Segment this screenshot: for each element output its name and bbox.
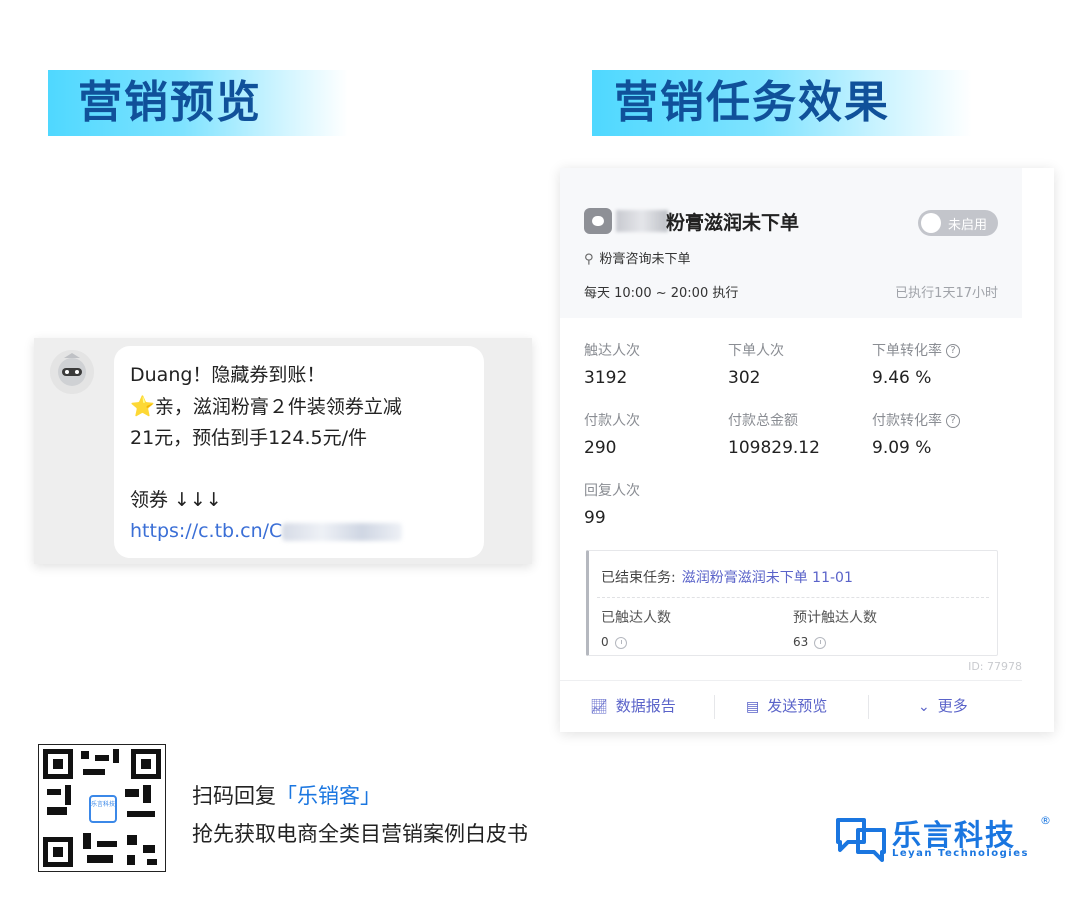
banner-title: 营销任务效果 [614,77,890,128]
ended-task-panel: 已结束任务: 滋润粉膏滋润未下单 11-01 已触达人数 0 预计触达人数 63 [586,550,998,656]
task-card-header: 粉膏滋润未下单 未启用 ⚲ 粉膏咨询未下单 每天 10:00 ~ 20:00 执行… [560,168,1022,318]
chevron-down-icon: ⌄ [918,699,930,715]
registered-mark: ® [1040,814,1051,827]
chat-bubble-logo-icon [836,818,886,862]
task-card: 粉膏滋润未下单 未启用 ⚲ 粉膏咨询未下单 每天 10:00 ~ 20:00 执行… [560,168,1054,732]
stat-label: 付款转化率? [872,410,1012,430]
stat-label: 触达人次 [584,343,640,359]
clock-icon [614,636,627,649]
toggle-label: 未启用 [948,218,988,233]
ended-expected-value: 63 [793,635,877,649]
sms-link[interactable]: https://c.tb.cn/C [130,516,468,547]
stat-value: 3192 [584,368,628,388]
stat-label-text: 下单转化率 [872,343,942,359]
stat-value: 109829.12 [728,438,820,458]
stat-label: 付款总金额 [728,413,798,429]
stat-order-conversion: 下单转化率? 9.46 % [872,340,1012,388]
stat-pay-count: 付款人次 290 [584,410,724,458]
sms-text: 亲，滋润粉膏２件装领券立减 [154,396,402,418]
sms-bubble: Duang！隐藏券到账！ ⭐亲，滋润粉膏２件装领券立减 21元，预估到手124.… [114,346,484,558]
ended-expected-label: 预计触达人数 [793,610,877,626]
sms-text-line: ⭐亲，滋润粉膏２件装领券立减 [130,391,468,423]
divider [868,695,869,719]
cta-text: 扫码回复「乐销客」 [192,780,381,810]
ended-reached-value: 0 [601,635,671,649]
task-enable-toggle[interactable]: 未启用 [918,210,998,236]
send-preview-label: 发送预览 [767,697,828,715]
more-label: 更多 [937,697,968,715]
sms-text-line: Duang！隐藏券到账！ [130,364,326,386]
data-report-label: 数据报告 [615,697,676,715]
cta-subtext: 抢先获取电商全类目营销案例白皮书 [192,822,528,846]
qr-code: 乐言科技 [38,744,166,872]
divider [714,695,715,719]
stat-pay-conversion: 付款转化率? 9.09 % [872,410,1012,458]
task-id: ID: 77978 [968,660,1022,673]
sms-text-line: 领券 ↓↓↓ [130,489,222,511]
qr-logo-text: 乐言科技 [91,801,116,808]
blurred-task-name [616,210,668,232]
qr-finder [43,749,73,779]
ended-expected-number: 63 [793,635,809,649]
more-button[interactable]: ⌄ 更多 [918,695,968,719]
blurred-link-text [282,522,403,541]
sms-preview: Duang！隐藏券到账！ ⭐亲，滋润粉膏２件装领券立减 21元，预估到手124.… [34,338,532,564]
stat-value: 9.46 % [872,368,932,388]
cta-brand: 「乐销客」 [276,784,381,808]
qr-finder [131,749,161,779]
task-executed-duration: 已执行1天17小时 [895,286,998,301]
ended-reached-label: 已触达人数 [601,610,671,626]
ended-task-link[interactable]: 滋润粉膏滋润未下单 11-01 [682,570,853,586]
company-logo: 乐言科技 ® Leyan Technologies [834,812,1054,864]
stat-value: 302 [728,368,761,388]
stat-reach-count: 触达人次 3192 [584,340,724,388]
ended-task-title: 已结束任务: 滋润粉膏滋润未下单 11-01 [601,567,853,587]
help-icon[interactable]: ? [946,414,960,428]
stat-label: 回复人次 [584,483,640,499]
qr-center-logo: 乐言科技 [89,795,117,823]
cta-prefix: 扫码回复 [192,784,276,808]
ended-expected: 预计触达人数 63 [793,607,877,649]
stat-pay-amount: 付款总金额 109829.12 [728,410,868,458]
help-icon[interactable]: ? [946,344,960,358]
section-banner-preview: 营销预览 [48,70,348,136]
stat-label: 付款人次 [584,413,640,429]
ended-reached: 已触达人数 0 [601,607,671,649]
stat-label-text: 付款转化率 [872,413,942,429]
banner-title: 营销预览 [78,77,262,128]
task-subtitle-text: 粉膏咨询未下单 [599,252,691,267]
divider [597,597,989,598]
task-type-icon [584,208,612,234]
stat-value: 99 [584,508,606,528]
task-schedule: 每天 10:00 ~ 20:00 执行 [584,286,739,301]
target-icon: ⚲ [584,252,594,267]
document-icon: ▤ [746,699,760,715]
data-report-button[interactable]: 📈︎ 数据报告 [590,695,676,719]
clock-icon [814,636,827,649]
toggle-knob [921,213,941,233]
coupon-link[interactable]: https://c.tb.cn/C [130,520,282,542]
sms-text-line: 21元，预估到手124.5元/件 [130,427,367,449]
stat-label: 下单转化率? [872,340,1012,360]
ended-task-prefix: 已结束任务: [601,570,676,586]
stat-label: 下单人次 [728,343,784,359]
task-card-footer: 📈︎ 数据报告 ▤ 发送预览 ⌄ 更多 [560,680,1022,732]
star-icon: ⭐ [130,394,155,418]
logo-subtitle: Leyan Technologies [892,848,1029,859]
task-name: 粉膏滋润未下单 [666,212,800,234]
line-chart-icon: 📈︎ [590,699,608,715]
avatar [50,350,94,394]
stat-order-count: 下单人次 302 [728,340,868,388]
task-subtitle: ⚲ 粉膏咨询未下单 [584,248,691,267]
section-banner-effect: 营销任务效果 [592,70,972,136]
qr-finder [43,837,73,867]
stat-reply-count: 回复人次 99 [584,480,724,528]
stat-value: 290 [584,438,617,458]
stat-value: 9.09 % [872,438,932,458]
ended-reached-number: 0 [601,635,609,649]
send-preview-button[interactable]: ▤ 发送预览 [746,695,827,719]
